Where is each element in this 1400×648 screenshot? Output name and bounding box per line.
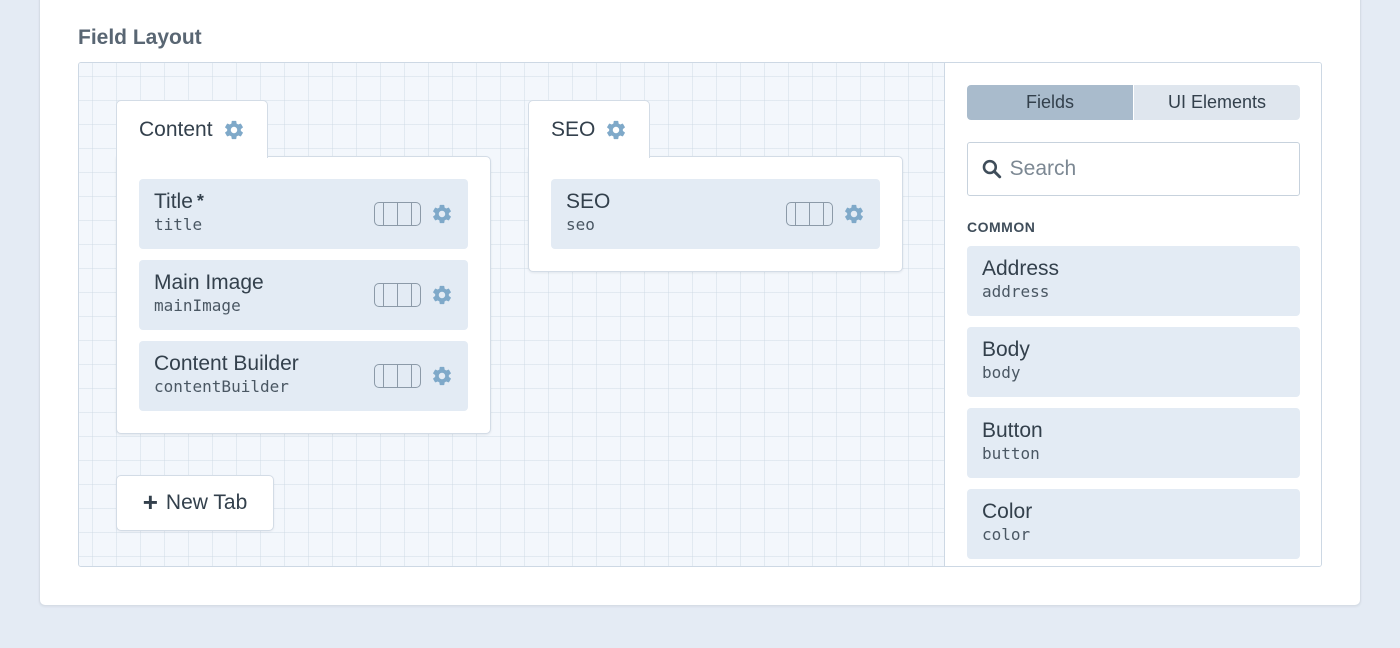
new-tab-button[interactable]: + New Tab [116, 475, 274, 531]
search-input[interactable] [1009, 157, 1285, 181]
field-seo[interactable]: SEO seo [551, 179, 880, 249]
library-segmented-control: Fields UI Elements [967, 85, 1300, 120]
field-width-icon[interactable] [374, 202, 421, 226]
required-indicator: * [196, 191, 204, 211]
field-width-icon[interactable] [786, 202, 833, 226]
field-label: Content Builder [154, 352, 299, 375]
section-title: Field Layout [78, 26, 202, 49]
field-width-icon[interactable] [374, 364, 421, 388]
tab-body-content: Title * title Main Image mainImage Conte… [116, 156, 491, 434]
field-width-icon[interactable] [374, 283, 421, 307]
field-handle: body [982, 363, 1021, 382]
search-icon [982, 159, 1002, 179]
gear-icon[interactable] [431, 365, 453, 387]
field-label: Main Image [154, 271, 264, 294]
tab-label: SEO [551, 117, 596, 141]
tab-content[interactable]: Content [116, 100, 268, 158]
field-label: SEO [566, 190, 611, 213]
segment-fields[interactable]: Fields [967, 85, 1133, 120]
tab-label: Content [139, 117, 213, 141]
segment-ui-elements[interactable]: UI Elements [1133, 85, 1300, 120]
field-handle: color [982, 525, 1031, 544]
gear-icon[interactable] [223, 119, 245, 141]
tab-body-seo: SEO seo [528, 156, 903, 272]
gear-icon[interactable] [431, 203, 453, 225]
library-field-button[interactable]: Button button [967, 408, 1300, 478]
field-handle: button [982, 444, 1040, 463]
field-content-builder[interactable]: Content Builder contentBuilder [139, 341, 468, 411]
plus-icon: + [142, 486, 158, 517]
tab-seo[interactable]: SEO [528, 100, 651, 158]
tab-group-seo: SEO SEO seo [528, 100, 903, 272]
field-label: Address [982, 257, 1060, 280]
gear-icon[interactable] [431, 284, 453, 306]
field-label: Button [982, 419, 1043, 442]
field-label: Body [982, 338, 1030, 361]
library-field-list: Address address Body body Button button … [967, 246, 1300, 559]
field-label: Title [154, 190, 193, 213]
gear-icon[interactable] [843, 203, 865, 225]
group-label: COMMON [967, 219, 1036, 235]
field-title[interactable]: Title * title [139, 179, 468, 249]
gear-icon[interactable] [605, 119, 627, 141]
search-box [967, 142, 1300, 196]
field-label: Color [982, 500, 1033, 523]
new-tab-label: New Tab [165, 491, 248, 514]
field-handle: address [982, 282, 1050, 301]
layout-canvas: Content Title * title Main Image mainIma… [79, 63, 945, 566]
field-layout-designer: Content Title * title Main Image mainIma… [78, 62, 1322, 567]
tab-group-content: Content Title * title Main Image mainIma… [116, 100, 491, 435]
library-field-color[interactable]: Color color [967, 489, 1300, 559]
field-main-image[interactable]: Main Image mainImage [139, 260, 468, 330]
library-field-address[interactable]: Address address [967, 246, 1300, 316]
field-library-sidebar: Fields UI Elements COMMON Address addres… [945, 63, 1321, 566]
library-field-body[interactable]: Body body [967, 327, 1300, 397]
